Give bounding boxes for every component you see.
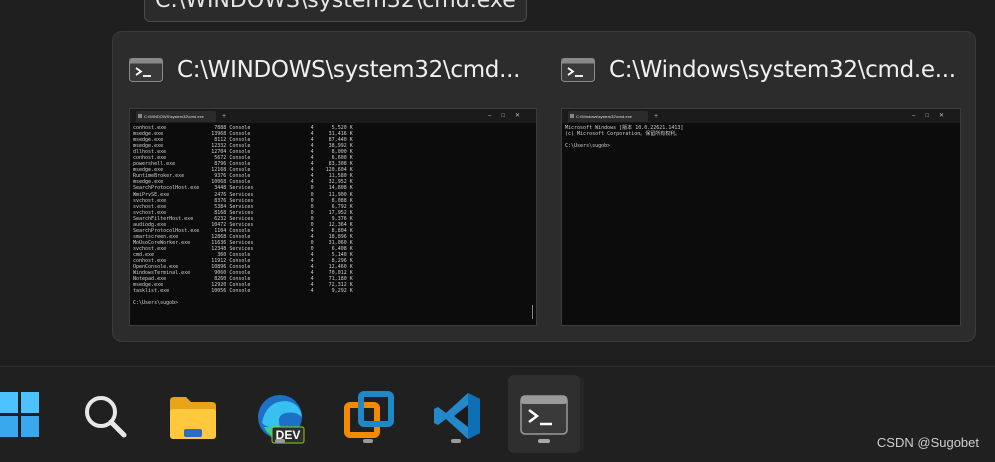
running-indicator (538, 439, 550, 443)
terminal-icon (561, 58, 595, 82)
preview-tab: C:\WINDOWS\system32\cmd.exe (136, 110, 216, 122)
console-lines: conhost.exe 7888 Console 4 5,520 Kmsedge… (133, 125, 533, 294)
start-button[interactable] (0, 375, 56, 453)
console-output: conhost.exe 7888 Console 4 5,520 Kmsedge… (130, 123, 536, 308)
desktop-background: C:\WINDOWS\system32\cmd.exe C:\WINDOWS\s… (0, 0, 995, 366)
preview-tab: C:\Windows\system32\cmd.exe (568, 110, 648, 122)
running-indicator (275, 439, 285, 443)
preview-titlebar: C:\WINDOWS\system32\cmd.exe + –□✕ (130, 109, 536, 123)
folder-icon (170, 397, 216, 439)
vmware-button[interactable] (332, 375, 404, 453)
windows-logo-icon (0, 392, 39, 437)
watermark-text: CSDN @Sugobet (876, 435, 979, 450)
taskbar: DEV CSDN @Sugobet (0, 366, 995, 462)
thumbnail-header: C:\WINDOWS\system32\cmd... (129, 56, 520, 84)
console-line: (c) Microsoft Corporation。保留所有权利。 (565, 131, 681, 138)
taskbar-thumbnail-panel: C:\WINDOWS\system32\cmd... C:\WINDOWS\sy… (112, 31, 976, 342)
thumbnail-header: C:\Windows\system32\cmd.e... (561, 56, 956, 84)
window-tooltip: C:\WINDOWS\system32\cmd.exe (144, 0, 527, 22)
console-line: tasklist.exe 10056 Console 4 9,292 K (133, 288, 353, 295)
window-controls-icon: –□✕ (488, 113, 530, 119)
running-indicator (363, 439, 373, 443)
edge-dev-button[interactable]: DEV (244, 375, 316, 453)
vscode-button[interactable] (420, 375, 492, 453)
vscode-icon (434, 393, 480, 439)
running-indicator (451, 439, 461, 443)
new-tab-icon: + (222, 112, 227, 120)
file-explorer-button[interactable] (156, 375, 228, 453)
new-tab-icon: + (654, 112, 659, 120)
thumbnail-title: C:\WINDOWS\system32\cmd... (177, 57, 521, 83)
thumbnail-title: C:\Windows\system32\cmd.e... (609, 57, 956, 83)
console-lines: Microsoft Windows [版本 10.0.22621.1413] (c… (565, 125, 957, 137)
window-preview: C:\WINDOWS\system32\cmd.exe + –□✕ conhos… (129, 108, 537, 326)
search-icon (85, 396, 127, 438)
terminal-icon (129, 58, 163, 82)
window-thumbnail-2[interactable]: C:\Windows\system32\cmd.e... C:\Windows\… (553, 32, 971, 343)
edge-dev-icon: DEV (258, 395, 305, 444)
window-preview: C:\Windows\system32\cmd.exe + –□✕ Micros… (561, 108, 961, 326)
search-button[interactable] (68, 375, 140, 453)
window-thumbnail-1[interactable]: C:\WINDOWS\system32\cmd... C:\WINDOWS\sy… (121, 32, 547, 343)
scrollbar (532, 305, 533, 319)
preview-titlebar: C:\Windows\system32\cmd.exe + –□✕ (562, 109, 960, 123)
console-prompt: C:\Users\sugob> (565, 143, 611, 150)
terminal-button[interactable] (508, 375, 580, 453)
console-output: Microsoft Windows [版本 10.0.22621.1413] (c… (562, 123, 960, 151)
console-prompt: C:\Users\sugob> (133, 300, 179, 307)
window-controls-icon: –□✕ (912, 113, 954, 119)
terminal-icon (520, 395, 568, 435)
vmware-icon (344, 391, 394, 438)
